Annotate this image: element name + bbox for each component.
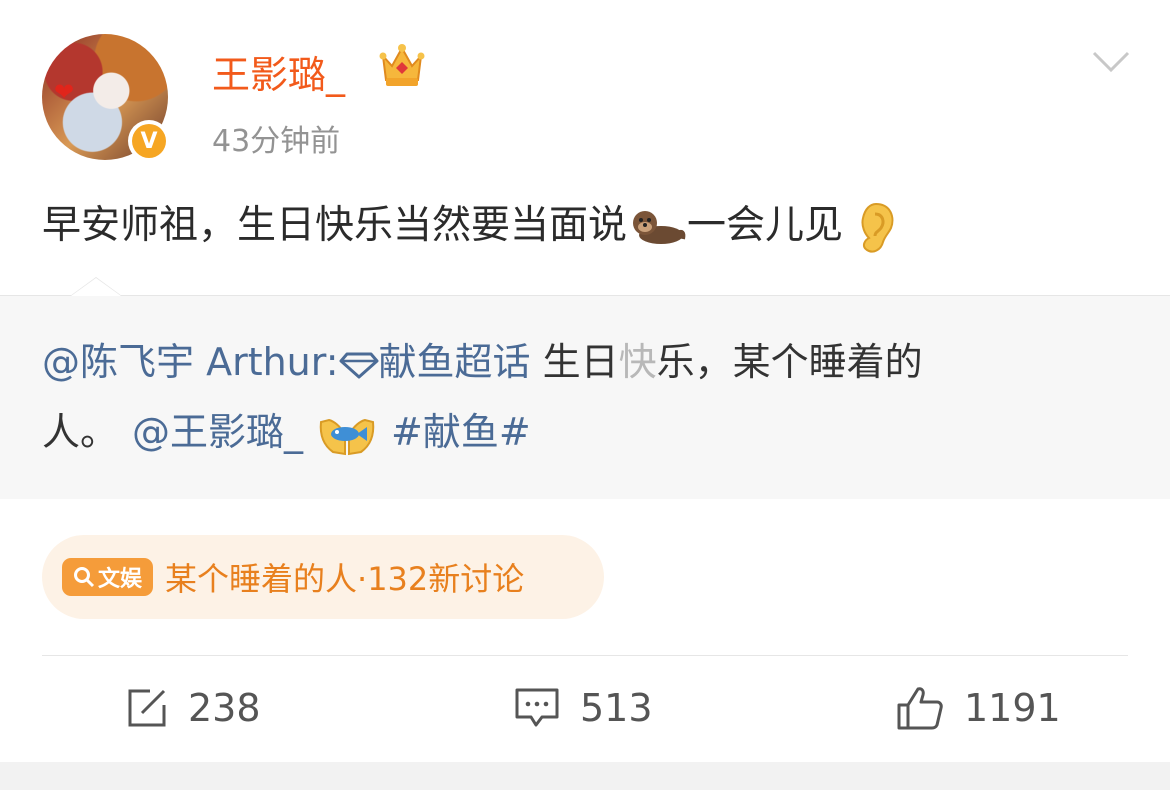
search-icon xyxy=(74,567,95,588)
quote-line-2: 人。 @王影璐_ #献鱼# xyxy=(42,406,531,458)
hashtag-link[interactable]: #献鱼# xyxy=(391,410,531,454)
repost-icon xyxy=(128,689,166,727)
quote-line2-text: 人。 xyxy=(42,410,119,454)
quote-pointer xyxy=(70,277,122,296)
post-text-part2: 一会儿见 xyxy=(687,203,844,248)
topic-category-label: 文娱 xyxy=(98,567,143,592)
post-text-part1: 早安师祖，生日快乐当然要当面说 xyxy=(42,203,628,248)
comment-icon xyxy=(515,688,559,727)
quote-text-blurred: 快 xyxy=(618,340,657,384)
author-name[interactable]: 王影璐_ xyxy=(212,44,345,99)
quote-mention-2[interactable]: @王影璐_ xyxy=(132,410,303,454)
chevron-down-icon[interactable] xyxy=(1092,50,1130,74)
crown-icon xyxy=(379,44,425,86)
quote-line-1: @陈飞宇 Arthur: 献鱼超话 生日快乐，某个睡着的 xyxy=(42,336,923,388)
palms-up-fish-icon xyxy=(319,418,375,455)
thumbs-up-icon xyxy=(897,687,943,730)
topic-category-tag: 文娱 xyxy=(62,558,154,596)
like-button[interactable]: 1191 xyxy=(896,680,1061,736)
repost-button[interactable]: 238 xyxy=(126,680,261,736)
quote-author-mention[interactable]: @陈飞宇 Arthur: xyxy=(42,340,339,384)
action-divider xyxy=(42,655,1128,656)
verified-v-icon: V xyxy=(132,124,166,158)
heart-icon: ❤ xyxy=(54,78,75,106)
like-count: 1191 xyxy=(964,686,1061,730)
post-timestamp: 43分钟前 xyxy=(212,124,341,159)
repost-count: 238 xyxy=(188,686,261,730)
comment-count: 513 xyxy=(580,686,653,730)
post-text: 早安师祖，生日快乐当然要当面说 一会儿见 xyxy=(42,198,901,256)
supertopic-link[interactable]: 献鱼超话 xyxy=(379,340,531,384)
topic-pill-text: 某个睡着的人·132新讨论 xyxy=(165,560,525,598)
topic-pill[interactable]: 文娱 某个睡着的人·132新讨论 xyxy=(42,535,604,619)
diamond-icon xyxy=(339,352,379,378)
quote-text-b: 乐，某个睡着的 xyxy=(656,340,923,384)
comment-button[interactable]: 513 xyxy=(514,680,653,736)
verified-badge: V xyxy=(128,120,170,162)
feed-separator xyxy=(0,762,1170,790)
quote-text-a: 生日 xyxy=(530,340,619,384)
quoted-post[interactable]: @陈飞宇 Arthur: 献鱼超话 生日快乐，某个睡着的 人。 @王影璐_ #献鱼… xyxy=(0,277,1170,499)
ear-icon xyxy=(861,202,894,253)
otter-icon xyxy=(633,210,686,244)
